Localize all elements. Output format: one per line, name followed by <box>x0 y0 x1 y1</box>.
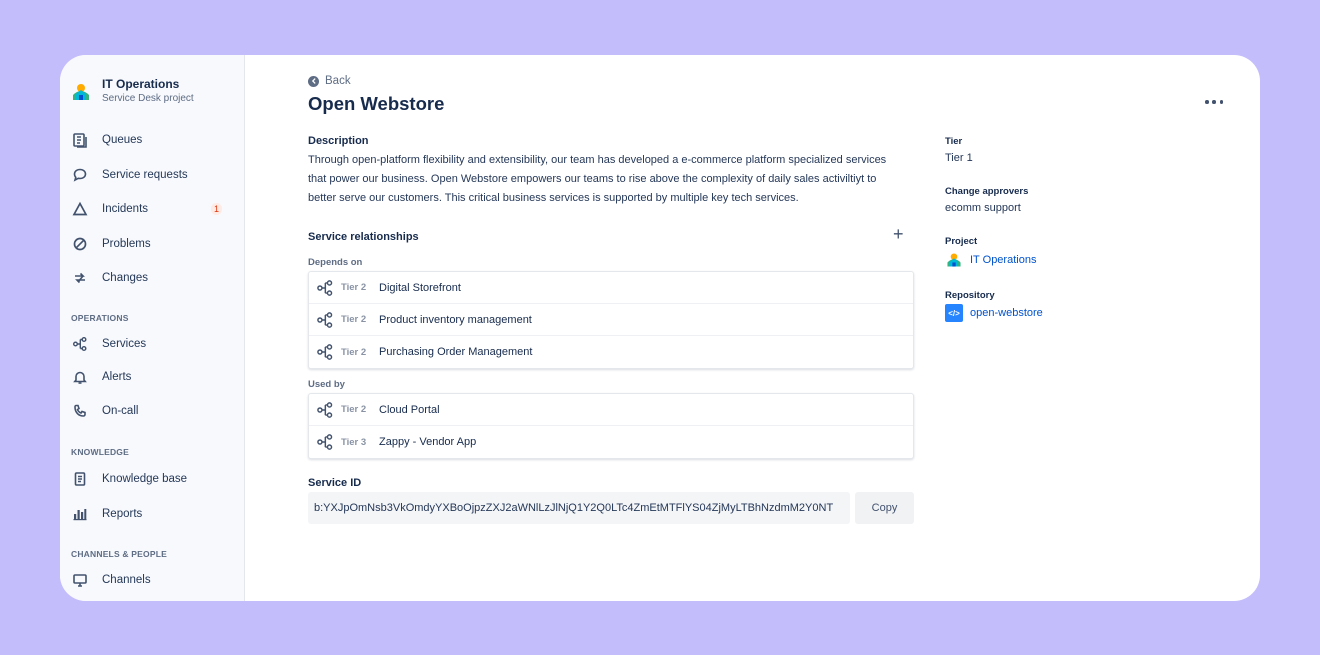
code-repo-icon: </> <box>945 304 963 322</box>
back-arrow-icon <box>308 75 319 87</box>
used-by-list: Tier 2 Cloud Portal Tier 3 Zappy - Vendo… <box>308 393 914 459</box>
bell-icon <box>73 371 87 384</box>
speech-bubble-icon <box>73 168 87 182</box>
page-title: Open Webstore <box>308 93 445 114</box>
sidebar-item-label: Queues <box>102 134 143 146</box>
repository-link-label: open-webstore <box>970 307 1043 319</box>
sidebar-item-label: Problems <box>102 238 151 250</box>
used-by-label: Used by <box>308 379 345 390</box>
project-link[interactable]: IT Operations <box>945 251 1036 269</box>
sidebar-item-label: Alerts <box>102 371 132 383</box>
service-relationships-label: Service relationships <box>308 231 419 243</box>
copy-button[interactable]: Copy <box>855 492 914 524</box>
sidebar-item-incidents[interactable]: Incidents 1 <box>72 197 234 221</box>
sidebar-item-problems[interactable]: Problems <box>72 232 234 256</box>
relationship-tier: Tier 2 <box>341 346 367 358</box>
relationship-row[interactable]: Tier 3 Zappy - Vendor App <box>309 426 913 458</box>
back-link[interactable]: Back <box>308 75 351 87</box>
services-icon <box>317 344 333 360</box>
bar-chart-icon <box>73 509 87 521</box>
sidebar-item-on-call[interactable]: On-call <box>72 399 234 423</box>
sidebar: IT Operations Service Desk project Queue… <box>60 55 245 601</box>
more-actions-button[interactable] <box>1202 93 1226 111</box>
relationship-row[interactable]: Tier 2 Product inventory management <box>309 304 913 336</box>
sidebar-item-reports[interactable]: Reports <box>72 502 234 526</box>
book-icon <box>74 472 86 486</box>
relationship-row[interactable]: Tier 2 Cloud Portal <box>309 394 913 426</box>
service-id-label: Service ID <box>308 477 362 489</box>
tier-label: Tier <box>945 136 963 147</box>
project-header[interactable]: IT Operations Service Desk project <box>70 77 194 106</box>
change-approvers-label: Change approvers <box>945 186 1029 197</box>
add-relationship-button[interactable]: + <box>893 225 904 243</box>
sidebar-item-knowledge-base[interactable]: Knowledge base <box>72 467 234 491</box>
depends-on-label: Depends on <box>308 257 363 268</box>
project-link-label: IT Operations <box>970 254 1037 266</box>
description-label: Description <box>308 135 369 147</box>
sidebar-item-label: On-call <box>102 405 139 417</box>
relationship-tier: Tier 2 <box>341 314 367 325</box>
relationship-row[interactable]: Tier 2 Digital Storefront <box>309 272 913 304</box>
sidebar-section-operations: OPERATIONS <box>71 313 129 323</box>
sidebar-item-alerts[interactable]: Alerts <box>72 365 234 389</box>
warning-triangle-icon <box>72 201 88 216</box>
project-subtitle: Service Desk project <box>102 93 194 104</box>
sidebar-item-label: Reports <box>102 508 143 520</box>
more-dots-icon <box>1205 100 1209 104</box>
sidebar-item-label: Channels <box>102 574 151 586</box>
project-label: Project <box>945 236 978 247</box>
tier-value: Tier 1 <box>945 152 973 164</box>
project-logo-icon <box>947 253 961 267</box>
main-content: Back Open Webstore Description Through o… <box>245 55 1260 601</box>
services-icon <box>317 401 333 418</box>
relationship-name: Purchasing Order Management <box>379 346 533 358</box>
service-id-field[interactable]: b:YXJpOmNsb3VkOmdyYXBoOjpzZXJ2aWNlLzJlNj… <box>308 492 850 524</box>
relationship-name: Cloud Portal <box>379 403 440 416</box>
sidebar-section-knowledge: KNOWLEDGE <box>71 447 129 457</box>
sidebar-item-label: Incidents <box>102 203 149 215</box>
sidebar-item-services[interactable]: Services <box>72 332 234 356</box>
queues-icon <box>73 133 87 148</box>
changes-icon <box>75 272 85 284</box>
sidebar-item-label: Knowledge base <box>102 473 188 485</box>
relationship-name: Digital Storefront <box>379 281 461 294</box>
relationship-tier: Tier 2 <box>341 404 367 415</box>
services-icon <box>73 337 87 351</box>
relationship-tier: Tier 3 <box>341 436 367 448</box>
sidebar-item-label: Services <box>102 338 147 350</box>
services-icon <box>317 279 333 296</box>
relationship-name: Zappy - Vendor App <box>379 436 477 448</box>
sidebar-item-service-requests[interactable]: Service requests <box>72 163 234 187</box>
monitor-icon <box>73 574 87 587</box>
sidebar-item-channels[interactable]: Channels <box>72 568 234 592</box>
depends-on-list: Tier 2 Digital Storefront Tier 2 Product… <box>308 271 914 369</box>
relationship-name: Product inventory management <box>379 313 532 326</box>
change-approvers-value: ecomm support <box>945 202 1021 214</box>
relationship-tier: Tier 2 <box>341 282 367 293</box>
sidebar-item-changes[interactable]: Changes <box>72 266 234 290</box>
project-name: IT Operations <box>102 77 180 91</box>
services-icon <box>317 311 333 328</box>
sidebar-item-label: Service requests <box>102 169 188 181</box>
back-label: Back <box>325 75 351 87</box>
project-logo-icon <box>73 84 89 100</box>
sidebar-section-channels: CHANNELS & PEOPLE <box>71 549 167 559</box>
incidents-count-badge: 1 <box>210 203 222 215</box>
app-window: IT Operations Service Desk project Queue… <box>60 55 1260 601</box>
services-icon <box>317 434 333 450</box>
repository-label: Repository <box>945 290 995 301</box>
description-text: Through open-platform flexibility and ex… <box>308 154 887 204</box>
prohibited-icon <box>73 237 87 251</box>
repository-link[interactable]: </> open-webstore <box>945 304 1043 322</box>
phone-icon <box>74 404 86 417</box>
sidebar-item-label: Changes <box>102 272 149 284</box>
sidebar-item-queues[interactable]: Queues <box>72 128 234 152</box>
relationship-row[interactable]: Tier 2 Purchasing Order Management <box>309 336 913 368</box>
